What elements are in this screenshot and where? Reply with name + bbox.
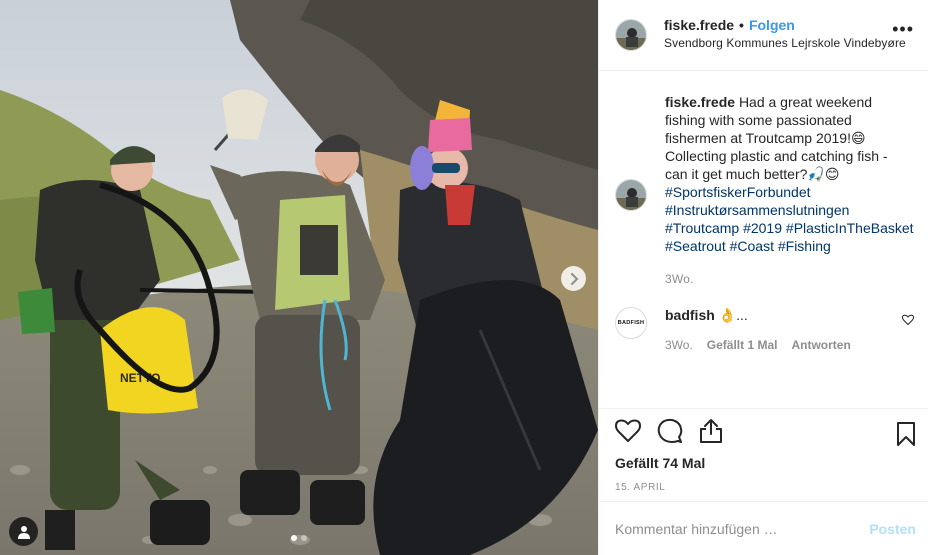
share-icon bbox=[700, 418, 722, 443]
hashtag[interactable]: #Seatrout bbox=[665, 238, 726, 254]
more-options-button[interactable]: ••• bbox=[892, 20, 914, 38]
caption-author-avatar[interactable] bbox=[615, 179, 647, 211]
action-icons bbox=[615, 418, 912, 449]
hashtag[interactable]: #2019 bbox=[743, 220, 782, 236]
post-actions: Gefällt 74 Mal 15. APRIL bbox=[599, 408, 928, 501]
caption-username[interactable]: fiske.frede bbox=[665, 94, 735, 110]
post-comment-button[interactable]: Posten bbox=[869, 521, 916, 537]
post-side-panel: fiske.frede • Folgen Svendborg Kommunes … bbox=[598, 0, 928, 555]
separator-dot: • bbox=[739, 16, 744, 33]
post-date[interactable]: 15. APRIL bbox=[615, 482, 912, 493]
carousel-dot-active bbox=[291, 535, 297, 541]
hashtag[interactable]: #Coast bbox=[730, 238, 774, 254]
comments-section: fiske.frede Had a great weekend fishing … bbox=[599, 71, 928, 408]
hashtag[interactable]: #Instruktørsammenslutningen bbox=[665, 202, 849, 218]
tagged-users-button[interactable] bbox=[9, 517, 38, 546]
follow-button[interactable]: Folgen bbox=[749, 17, 795, 33]
carousel-indicator bbox=[0, 535, 598, 541]
likes-count[interactable]: Gefällt 74 Mal bbox=[615, 455, 912, 471]
heart-icon bbox=[901, 314, 915, 326]
more-horizontal-icon: ••• bbox=[892, 19, 914, 39]
like-button[interactable] bbox=[615, 418, 641, 448]
hashtag[interactable]: #PlasticInTheBasket bbox=[786, 220, 914, 236]
commenter-avatar[interactable]: BADFISH bbox=[615, 307, 647, 339]
caption-avatar-image bbox=[616, 180, 646, 210]
caption-text: fiske.frede Had a great weekend fishing … bbox=[665, 93, 914, 255]
share-button[interactable] bbox=[699, 418, 723, 449]
bookmark-icon bbox=[897, 422, 915, 446]
comment-message: 👌... bbox=[718, 307, 748, 323]
header-row: fiske.frede • Folgen bbox=[664, 17, 906, 33]
comment-input[interactable] bbox=[615, 520, 870, 537]
comment-body: badfish 👌... 3Wo. Gefällt 1 Mal Antworte… bbox=[665, 307, 851, 352]
hashtag[interactable]: #SportsfiskerForbundet bbox=[665, 184, 811, 200]
author-username[interactable]: fiske.frede bbox=[664, 17, 734, 33]
author-avatar-image bbox=[616, 20, 646, 50]
comment-meta: 3Wo. Gefällt 1 Mal Antworten bbox=[665, 338, 851, 352]
reply-button[interactable]: Antworten bbox=[791, 338, 850, 352]
comment-item: BADFISH badfish 👌... 3Wo. Gefällt 1 Mal … bbox=[615, 307, 915, 352]
hashtag[interactable]: #Fishing bbox=[778, 238, 831, 254]
carousel-next-button[interactable] bbox=[561, 266, 586, 291]
header-text: fiske.frede • Folgen Svendborg Kommunes … bbox=[664, 17, 906, 50]
photo-scene: NETTO bbox=[0, 0, 598, 555]
comment-likes[interactable]: Gefällt 1 Mal bbox=[707, 338, 778, 352]
carousel-dot bbox=[301, 535, 307, 541]
caption-body: fiske.frede Had a great weekend fishing … bbox=[665, 93, 914, 288]
chevron-right-icon bbox=[570, 272, 578, 285]
comment-bubble-icon bbox=[657, 418, 683, 443]
instagram-post: NETTO fiske.frede • Folgen Svendborg Kom… bbox=[0, 0, 928, 555]
comment-like-button[interactable] bbox=[901, 313, 915, 331]
caption: fiske.frede Had a great weekend fishing … bbox=[615, 93, 914, 288]
save-button[interactable] bbox=[896, 421, 916, 452]
comment-button[interactable] bbox=[657, 418, 683, 449]
author-avatar[interactable] bbox=[615, 19, 647, 51]
comment-text: badfish 👌... bbox=[665, 307, 851, 324]
heart-icon bbox=[615, 418, 641, 442]
comment-timestamp[interactable]: 3Wo. bbox=[665, 338, 693, 352]
post-photo[interactable]: NETTO bbox=[0, 0, 598, 555]
post-header: fiske.frede • Folgen Svendborg Kommunes … bbox=[599, 0, 928, 71]
comment-username[interactable]: badfish bbox=[665, 307, 715, 323]
caption-timestamp[interactable]: 3Wo. bbox=[665, 270, 914, 288]
hashtag[interactable]: #Troutcamp bbox=[665, 220, 739, 236]
post-location[interactable]: Svendborg Kommunes Lejrskole Vindebyøre bbox=[664, 36, 906, 50]
add-comment-bar: Posten bbox=[599, 501, 928, 555]
